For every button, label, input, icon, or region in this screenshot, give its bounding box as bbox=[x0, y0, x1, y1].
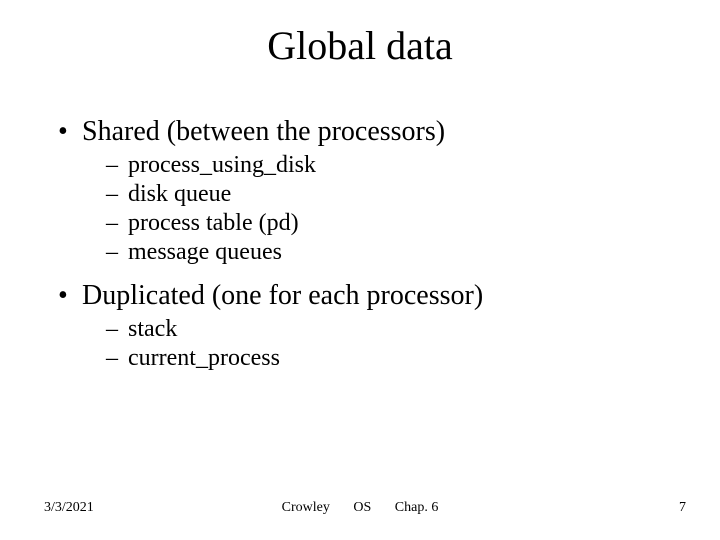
bullet-icon: • bbox=[58, 280, 82, 312]
subitem: – current_process bbox=[106, 345, 680, 372]
dash-icon: – bbox=[106, 316, 128, 343]
slide-title: Global data bbox=[0, 22, 720, 69]
footer-page-number: 7 bbox=[679, 500, 686, 516]
subitem: – process_using_disk bbox=[106, 152, 680, 179]
subitem: – disk queue bbox=[106, 181, 680, 208]
footer-center: Crowley OS Chap. 6 bbox=[0, 500, 720, 516]
dash-icon: – bbox=[106, 239, 128, 266]
sublist-duplicated: – stack – current_process bbox=[106, 316, 680, 372]
subitem-text: message queues bbox=[128, 239, 282, 266]
slide: Global data • Shared (between the proces… bbox=[0, 0, 720, 540]
footer-chapter: Chap. 6 bbox=[395, 500, 439, 515]
dash-icon: – bbox=[106, 152, 128, 179]
bullet-shared: • Shared (between the processors) bbox=[58, 116, 680, 148]
subitem-text: disk queue bbox=[128, 181, 231, 208]
dash-icon: – bbox=[106, 345, 128, 372]
subitem: – message queues bbox=[106, 239, 680, 266]
bullet-duplicated: • Duplicated (one for each processor) bbox=[58, 280, 680, 312]
dash-icon: – bbox=[106, 210, 128, 237]
slide-content: • Shared (between the processors) – proc… bbox=[58, 110, 680, 386]
dash-icon: – bbox=[106, 181, 128, 208]
subitem: – stack bbox=[106, 316, 680, 343]
subitem-text: stack bbox=[128, 316, 177, 343]
footer-course: OS bbox=[353, 500, 371, 515]
bullet-icon: • bbox=[58, 116, 82, 148]
subitem-text: process table (pd) bbox=[128, 210, 299, 237]
subitem: – process table (pd) bbox=[106, 210, 680, 237]
bullet-text: Shared (between the processors) bbox=[82, 116, 445, 148]
subitem-text: process_using_disk bbox=[128, 152, 316, 179]
sublist-shared: – process_using_disk – disk queue – proc… bbox=[106, 152, 680, 266]
footer-author: Crowley bbox=[282, 500, 330, 515]
bullet-text: Duplicated (one for each processor) bbox=[82, 280, 483, 312]
subitem-text: current_process bbox=[128, 345, 280, 372]
